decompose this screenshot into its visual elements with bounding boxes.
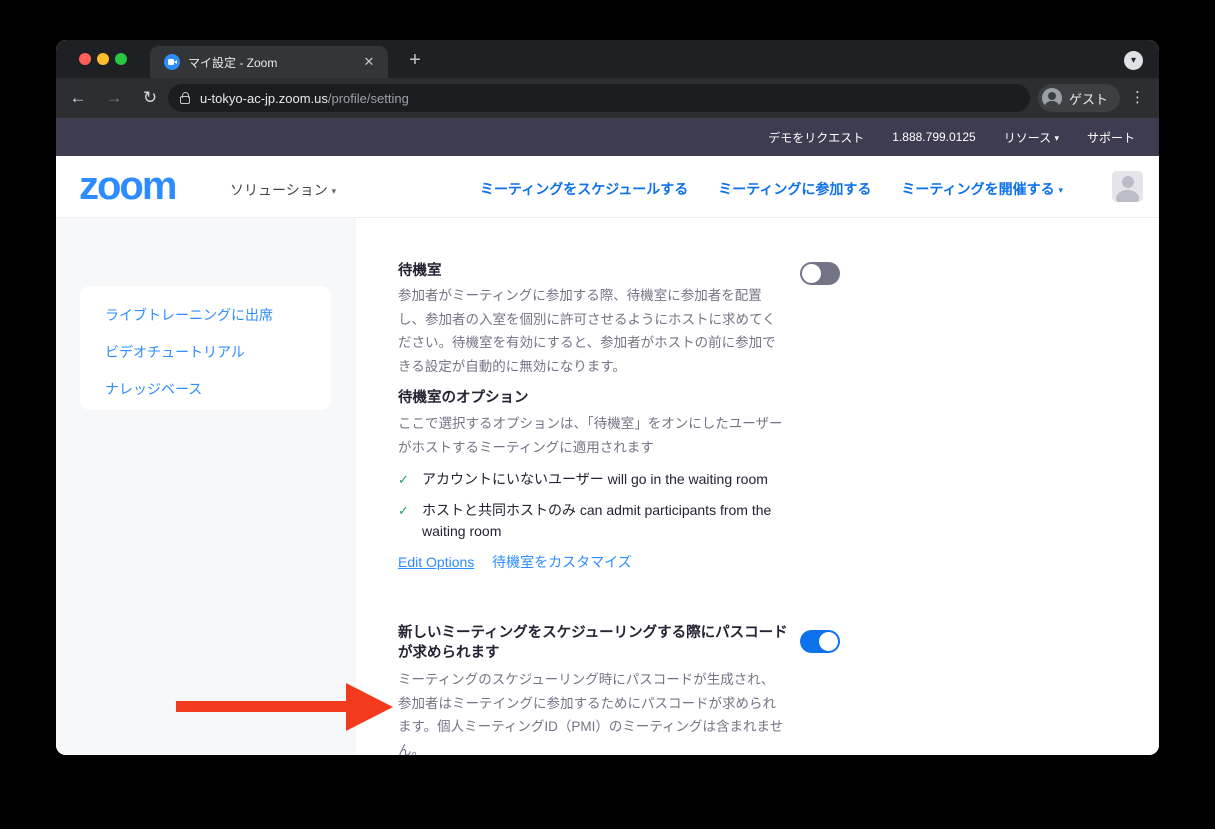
toggle-knob [819, 632, 838, 651]
option-item: ✓ アカウントにいないユーザー will go in the waiting r… [398, 469, 793, 490]
host-meeting-dropdown[interactable]: ミーティングを開催する ▾ [901, 179, 1063, 199]
chevron-down-icon: ▾ [332, 186, 337, 196]
forward-icon[interactable]: → [100, 84, 128, 112]
browser-toolbar: ← → ↻ u-tokyo-ac-jp.zoom.us/profile/sett… [56, 78, 1159, 118]
resources-dropdown[interactable]: リソース ▾ [1004, 129, 1059, 146]
browser-tab[interactable]: マイ設定 - Zoom ✕ [150, 46, 388, 78]
guest-label: ゲスト [1069, 89, 1108, 108]
tab-title: マイ設定 - Zoom [188, 54, 360, 71]
sidebar-item-live-training[interactable]: ライブトレーニングに出席 [105, 305, 273, 325]
edit-options-link[interactable]: Edit Options [398, 554, 474, 570]
url-host: u-tokyo-ac-jp.zoom.us [200, 91, 328, 106]
phone-number-link[interactable]: 1.888.799.0125 [892, 130, 975, 144]
guest-avatar-icon [1042, 88, 1062, 108]
window-zoom-button[interactable] [115, 53, 127, 65]
solutions-dropdown[interactable]: ソリューション ▾ [230, 180, 336, 200]
sidebar: ライブトレーニングに出席 ビデオチュートリアル ナレッジベース [56, 218, 356, 755]
user-avatar[interactable] [1112, 171, 1143, 202]
page-url: u-tokyo-ac-jp.zoom.us/profile/setting [200, 91, 409, 106]
sidebar-card: ライブトレーニングに出席 ビデオチュートリアル ナレッジベース [80, 286, 331, 410]
back-icon[interactable]: ← [64, 84, 92, 112]
browser-menu-icon[interactable]: ⋮ [1130, 88, 1145, 108]
passcode-description: ミーティングのスケジューリング時にパスコードが生成され、参加者はミーテイングに参… [398, 668, 784, 755]
lock-icon [180, 96, 190, 104]
option-item: ✓ ホストと共同ホストのみ can admit participants fro… [398, 500, 793, 542]
join-meeting-link[interactable]: ミーティングに参加する [718, 179, 871, 199]
close-tab-icon[interactable]: ✕ [360, 53, 378, 71]
customize-waiting-room-link[interactable]: 待機室をカスタマイズ [492, 554, 632, 570]
address-bar[interactable]: u-tokyo-ac-jp.zoom.us/profile/setting [168, 84, 1030, 112]
sidebar-item-video-tutorials[interactable]: ビデオチュートリアル [105, 342, 245, 362]
passcode-title: 新しいミーティングをスケジューリングする際にパスコードが求められます [398, 623, 798, 663]
reload-icon[interactable]: ↻ [136, 84, 164, 112]
zoom-logo[interactable]: zoom [79, 164, 175, 208]
passcode-toggle[interactable] [800, 630, 840, 653]
new-tab-button[interactable]: + [402, 48, 428, 74]
check-icon: ✓ [398, 500, 409, 521]
zoom-topbar: デモをリクエスト 1.888.799.0125 リソース ▾ サポート [56, 118, 1159, 156]
option-item-text: ホストと共同ホストのみ can admit participants from … [422, 502, 771, 539]
window-minimize-button[interactable] [97, 53, 109, 65]
waiting-room-title: 待機室 [398, 261, 798, 281]
waiting-room-options-description: ここで選択するオプションは、「待機室」をオンにしたユーザーがホストするミーティン… [398, 412, 784, 459]
waiting-room-actions: Edit Options 待機室をカスタマイズ [398, 552, 632, 572]
url-path: /profile/setting [328, 91, 409, 106]
chevron-down-icon: ▾ [1054, 133, 1059, 143]
chevron-down-icon: ▾ [1058, 185, 1063, 195]
tab-search-button[interactable]: ▾ [1124, 51, 1143, 70]
waiting-room-options-title: 待機室のオプション [398, 388, 798, 408]
schedule-meeting-link[interactable]: ミーティングをスケジュールする [480, 179, 688, 199]
annotation-arrow [176, 701, 348, 712]
waiting-room-description: 参加者がミーティングに参加する際、待機室に参加者を配置し、参加者の入室を個別に許… [398, 284, 784, 378]
annotation-arrow-head [346, 683, 393, 731]
settings-page: ライブトレーニングに出席 ビデオチュートリアル ナレッジベース 待機室 参加者が… [56, 218, 1159, 755]
header-nav: ミーティングをスケジュールする ミーティングに参加する ミーティングを開催する … [480, 179, 1063, 199]
window-close-button[interactable] [79, 53, 91, 65]
browser-window: マイ設定 - Zoom ✕ + ▾ ← → ↻ u-tokyo-ac-jp.zo… [56, 40, 1159, 755]
toggle-knob [802, 264, 821, 283]
zoom-favicon-icon [164, 54, 180, 70]
request-demo-link[interactable]: デモをリクエスト [768, 129, 864, 146]
support-link[interactable]: サポート [1087, 129, 1135, 146]
option-item-text: アカウントにいないユーザー will go in the waiting roo… [422, 471, 768, 487]
sidebar-item-knowledge-base[interactable]: ナレッジベース [105, 379, 202, 399]
zoom-header: zoom ソリューション ▾ ミーティングをスケジュールする ミーティングに参加… [56, 156, 1159, 218]
waiting-room-toggle[interactable] [800, 262, 840, 285]
profile-button[interactable]: ゲスト [1038, 84, 1120, 112]
tab-strip: マイ設定 - Zoom ✕ + ▾ [56, 40, 1159, 78]
check-icon: ✓ [398, 469, 409, 490]
